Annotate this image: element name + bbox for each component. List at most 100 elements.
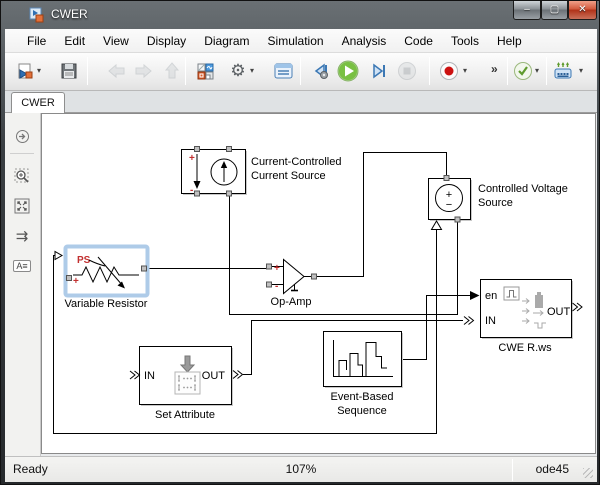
tool-palette: ⇉ A≡ »	[5, 113, 41, 456]
cwe-out-label: OUT	[547, 306, 571, 318]
minimize-button[interactable]: –	[513, 1, 541, 20]
step-back-button[interactable]	[310, 57, 334, 85]
cvs-label-line1: Controlled Voltage	[478, 183, 568, 195]
ebs-label-line1: Event-Based	[331, 391, 394, 403]
vr-label: Variable Resistor	[65, 298, 148, 310]
sa-out-chevron[interactable]	[233, 371, 243, 379]
menu-bar: File Edit View Display Diagram Simulatio…	[5, 29, 597, 53]
simulink-window: CWER – ▢ ✕ File Edit View Display Diagra…	[0, 0, 600, 485]
zoom-level: 107%	[5, 462, 597, 476]
cvs-control-port[interactable]	[432, 221, 442, 230]
record-button[interactable]	[437, 57, 461, 85]
annotation-icon[interactable]: A≡	[11, 255, 33, 277]
sa-out-label: OUT	[202, 370, 226, 382]
block-controlled-voltage-source[interactable]: + − Controlled Voltage Source	[429, 176, 568, 230]
cccs-minus-mark: -	[190, 185, 193, 196]
vr-plus-mark: +	[73, 276, 79, 287]
simulink-model-icon	[29, 7, 45, 23]
menu-code[interactable]: Code	[395, 31, 442, 51]
record-caret[interactable]: ▾	[463, 66, 467, 75]
settings-caret[interactable]: ▾	[250, 66, 254, 75]
cwe-in-chevron[interactable]	[464, 317, 474, 325]
back-button	[105, 57, 129, 85]
up-button	[160, 57, 184, 85]
cccs-label-line2: Current Source	[251, 170, 326, 182]
tab-bar: CWER	[5, 91, 597, 113]
cccs-label-line1: Current-Controlled	[251, 156, 341, 168]
block-op-amp[interactable]: + - Op-Amp	[267, 260, 317, 309]
menu-view[interactable]: View	[94, 31, 138, 51]
menu-tools[interactable]: Tools	[442, 31, 488, 51]
build-deploy-button[interactable]	[551, 57, 575, 85]
fit-to-view-icon[interactable]	[11, 195, 33, 217]
block-event-based-sequence[interactable]: Event-Based Sequence	[324, 332, 404, 418]
save-button[interactable]	[57, 57, 81, 85]
opamp-port-minus[interactable]	[267, 282, 272, 287]
menu-help[interactable]: Help	[488, 31, 531, 51]
validate-check-button[interactable]	[511, 57, 535, 85]
tab-cwer[interactable]: CWER	[11, 92, 65, 113]
new-model-button[interactable]	[13, 57, 37, 85]
resize-grip[interactable]	[583, 468, 593, 478]
cwe-in-label: IN	[485, 315, 496, 327]
menu-file[interactable]: File	[18, 31, 55, 51]
menu-display[interactable]: Display	[138, 31, 195, 51]
wire-cccs-to-cvs-bottom[interactable]	[230, 195, 458, 315]
sa-in-label: IN	[144, 370, 155, 382]
vr-ps-mark: PS	[77, 255, 91, 266]
block-variable-resistor[interactable]: PS + Variable Resistor	[55, 247, 148, 311]
window-title: CWER	[51, 7, 88, 21]
diagram-canvas[interactable]: + - Current-Controlled Current Source	[41, 113, 596, 454]
wire-opamp-to-cvs-top[interactable]	[314, 153, 447, 277]
forward-button	[131, 57, 155, 85]
close-button[interactable]: ✕	[568, 1, 597, 20]
zoom-region-icon[interactable]	[11, 165, 33, 187]
opamp-port-plus[interactable]	[267, 264, 272, 269]
opamp-port-out[interactable]	[312, 274, 317, 279]
cccs-port[interactable]	[227, 191, 232, 196]
run-button[interactable]	[336, 57, 360, 85]
block-diagram: + - Current-Controlled Current Source	[42, 114, 595, 453]
cwe-label: CWE R.ws	[498, 342, 552, 354]
validate-caret[interactable]: ▾	[535, 66, 539, 75]
new-model-caret[interactable]: ▾	[37, 66, 41, 75]
cccs-port[interactable]	[227, 147, 232, 152]
cvs-label-line2: Source	[478, 197, 513, 209]
menu-analysis[interactable]: Analysis	[333, 31, 396, 51]
hide-browser-icon[interactable]	[11, 125, 33, 147]
cwe-en-label: en	[485, 290, 497, 302]
library-browser-button[interactable]	[193, 57, 217, 85]
menu-edit[interactable]: Edit	[55, 31, 94, 51]
cvs-port-top[interactable]	[444, 176, 449, 181]
block-cwe-rws[interactable]: en IN OUT CWE R.w	[464, 280, 582, 355]
block-current-controlled-current-source[interactable]: + - Current-Controlled Current Source	[182, 147, 342, 197]
menu-diagram[interactable]: Diagram	[195, 31, 258, 51]
cwe-en-arrow[interactable]	[470, 291, 480, 300]
stop-button	[395, 57, 419, 85]
vr-ps-port[interactable]	[55, 252, 62, 260]
wire-ebs-to-en[interactable]	[401, 296, 470, 360]
status-bar: Ready 107% ode45	[5, 456, 597, 482]
sa-label: Set Attribute	[155, 409, 215, 421]
build-caret[interactable]: ▾	[579, 66, 583, 75]
vr-port-right[interactable]	[142, 266, 147, 271]
cccs-port[interactable]	[195, 191, 200, 196]
block-set-attribute[interactable]: IN OUT Set Attribute	[130, 347, 243, 422]
vr-port-left[interactable]	[67, 276, 72, 281]
settings-gear-icon[interactable]: ⚙	[226, 57, 250, 85]
toolbar-overflow-chevrons[interactable]: »	[491, 62, 498, 76]
model-configuration-button[interactable]	[271, 57, 295, 85]
signal-routing-icon[interactable]: ⇉	[11, 225, 33, 247]
cvs-minus-mark: −	[446, 199, 452, 211]
cccs-plus-mark: +	[189, 153, 195, 164]
menu-simulation[interactable]: Simulation	[259, 31, 333, 51]
solver-name[interactable]: ode45	[536, 462, 569, 476]
step-forward-button[interactable]	[367, 57, 391, 85]
cvs-port-bottom[interactable]	[455, 217, 460, 222]
cwe-out-chevron[interactable]	[573, 303, 583, 311]
sa-in-chevron[interactable]	[130, 371, 140, 379]
cccs-port[interactable]	[195, 147, 200, 152]
maximize-button[interactable]: ▢	[541, 1, 568, 20]
toolbar: ▾ ⚙ ▾	[5, 53, 597, 91]
title-bar[interactable]: CWER – ▢ ✕	[1, 1, 600, 29]
